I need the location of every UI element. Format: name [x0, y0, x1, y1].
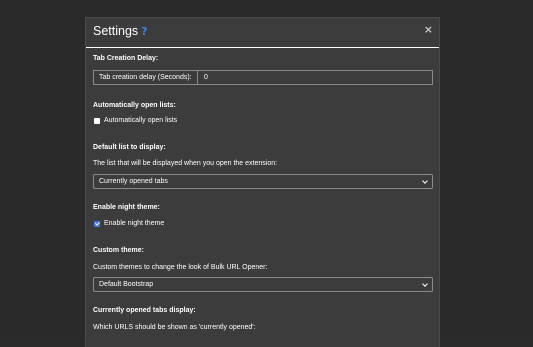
help-icon[interactable]: ?	[141, 25, 147, 38]
opened-tabs-display-description: Which URLS should be shown as 'currently…	[93, 324, 256, 331]
modal-title: Settings ?	[93, 24, 148, 38]
tab-delay-title: Tab Creation Delay:	[93, 55, 159, 62]
tab-delay-input[interactable]: 0	[198, 71, 432, 84]
night-theme-checkbox-row[interactable]: Enable night theme	[94, 220, 164, 227]
night-theme-checkbox[interactable]	[94, 220, 100, 227]
custom-theme-select[interactable]: Default Bootstrap	[93, 277, 433, 292]
close-icon[interactable]: ×	[424, 23, 433, 36]
auto-open-checkbox-label: Automatically open lists	[104, 117, 178, 124]
custom-theme-selected: Default Bootstrap	[99, 281, 154, 288]
default-list-selected: Currently opened tabs	[99, 178, 168, 185]
tab-delay-input-group: Tab creation delay (Seconds): 0	[93, 70, 433, 85]
default-list-select[interactable]: Currently opened tabs	[93, 174, 433, 189]
modal-title-text: Settings	[93, 24, 139, 38]
chevron-down-icon	[422, 280, 428, 287]
night-theme-checkbox-label: Enable night theme	[104, 220, 165, 227]
custom-theme-title: Custom theme:	[93, 247, 144, 254]
modal-header: Settings ? ×	[86, 18, 439, 48]
auto-open-checkbox[interactable]	[94, 117, 100, 124]
default-list-title: Default list to display:	[93, 144, 166, 151]
auto-open-checkbox-row[interactable]: Automatically open lists	[94, 117, 177, 124]
default-list-description: The list that will be displayed when you…	[93, 160, 278, 167]
opened-tabs-display-title: Currently opened tabs display:	[93, 307, 196, 314]
auto-open-title: Automatically open lists:	[93, 102, 176, 109]
settings-modal: Settings ? × Tab Creation Delay: Tab cre…	[85, 17, 440, 347]
custom-theme-description: Custom themes to change the look of Bulk…	[93, 264, 268, 271]
night-theme-title: Enable night theme:	[93, 204, 160, 211]
tab-delay-addon: Tab creation delay (Seconds):	[94, 71, 198, 84]
chevron-down-icon	[422, 177, 428, 184]
